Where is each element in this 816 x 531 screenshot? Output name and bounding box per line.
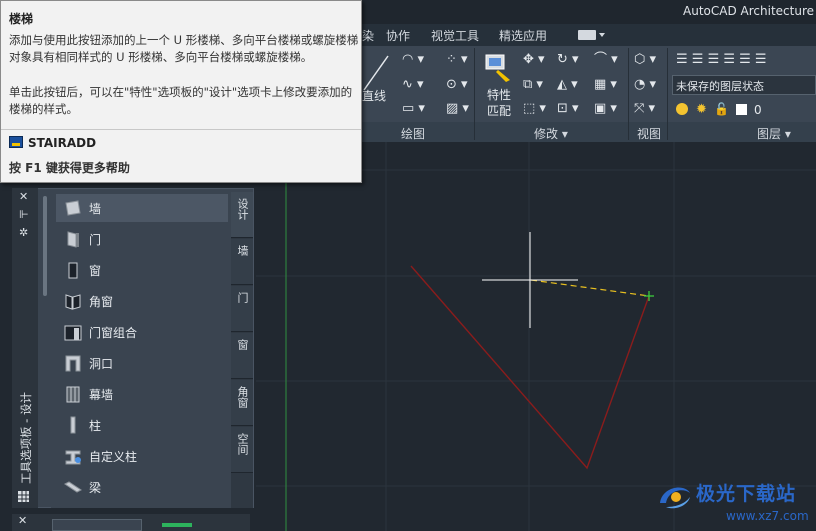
array-tool-icon[interactable]: ▦ ▾ bbox=[594, 78, 617, 92]
site-watermark: 极光下载站 www.xz7.com bbox=[654, 473, 814, 529]
polyline-tool-icon[interactable]: ∿ ▾ bbox=[402, 78, 424, 92]
ribbon-tab-collaborate[interactable]: 协作 bbox=[386, 27, 410, 44]
watermark-logo-icon bbox=[660, 487, 690, 509]
panel-label-draw[interactable]: 绘图 bbox=[401, 125, 425, 142]
door-icon bbox=[67, 231, 79, 248]
copy-tool-icon[interactable]: ⧉ ▾ bbox=[523, 78, 543, 92]
layer-thaw-icon[interactable]: ✹ bbox=[696, 102, 707, 117]
erase-tool-icon[interactable]: ▣ ▾ bbox=[594, 102, 617, 116]
palette-tool-custom-column[interactable]: 自定义柱 bbox=[56, 442, 228, 470]
ellipse-tool-icon[interactable]: ⊙ ▾ bbox=[446, 78, 468, 92]
rubberband-line bbox=[530, 279, 650, 297]
panel-label-layers[interactable]: 图层 ▾ bbox=[757, 125, 791, 142]
layer-unlock-icon[interactable]: 🔓 bbox=[714, 102, 729, 116]
match-properties-icon[interactable] bbox=[484, 52, 516, 84]
move-tool-icon[interactable]: ✥ ▾ bbox=[523, 53, 545, 67]
beam-icon bbox=[64, 481, 82, 493]
endpoint-snap-marker bbox=[644, 291, 654, 301]
command-line-close-icon[interactable]: ✕ bbox=[18, 514, 27, 527]
panel-label-modify[interactable]: 修改 ▾ bbox=[534, 125, 568, 142]
palette-tool-wall[interactable]: 墙 bbox=[56, 194, 228, 222]
palette-tool-door-window-assembly[interactable]: 门窗组合 bbox=[56, 318, 228, 346]
palette-tool-curtain-wall[interactable]: 幕墙 bbox=[56, 380, 228, 408]
tooltip-help-hint: 按 F1 键获得更多帮助 bbox=[9, 161, 130, 175]
column-icon bbox=[70, 416, 76, 434]
palette-tool-column[interactable]: 柱 bbox=[56, 411, 228, 439]
match-properties-label-1: 特性 bbox=[487, 88, 512, 102]
stair-command-icon bbox=[9, 136, 23, 148]
arc-tool-icon[interactable]: ◠ ▾ bbox=[402, 53, 424, 67]
stair-tooltip: 楼梯 添加与使用此按钮添加的上一个 U 形楼梯、多向平台楼梯或螺旋楼梯对象具有相… bbox=[0, 0, 362, 183]
corner-window-icon bbox=[65, 294, 81, 310]
ribbon-separator bbox=[667, 48, 668, 140]
stretch-tool-icon[interactable]: ⬚ ▾ bbox=[523, 102, 546, 116]
palette-tool-window[interactable]: 窗 bbox=[56, 256, 228, 284]
point-tool-icon[interactable]: ⁘ ▾ bbox=[446, 53, 468, 67]
watermark-url: www.xz7.com bbox=[726, 509, 809, 523]
app-title: AutoCAD Architecture bbox=[683, 4, 814, 18]
opening-icon bbox=[65, 355, 81, 372]
scale-tool-icon[interactable]: ⊡ ▾ bbox=[557, 102, 579, 116]
layer-on-icon[interactable] bbox=[676, 103, 688, 115]
wall-icon bbox=[65, 200, 81, 216]
curtain-wall-icon bbox=[66, 386, 80, 403]
panel-label-view[interactable]: 视图 bbox=[637, 125, 661, 142]
tooltip-title: 楼梯 bbox=[9, 12, 34, 26]
current-layer-dropdown[interactable]: ✹ 🔓 0 bbox=[674, 100, 816, 120]
palette-tool-beam[interactable]: 梁 bbox=[56, 473, 228, 501]
palette-close-icon[interactable]: ✕ bbox=[19, 190, 28, 203]
line-tool-icon[interactable] bbox=[362, 52, 390, 92]
palette-properties-icon[interactable]: ✲ bbox=[19, 226, 28, 239]
hatch-tool-icon[interactable]: ▨ ▾ bbox=[446, 102, 469, 116]
ribbon-tab-featured-apps[interactable]: 精选应用 bbox=[499, 27, 547, 44]
palette-tool-list: 墙 门 窗 角窗 门窗组合 洞口 幕墙 柱 自定义柱 梁 bbox=[51, 192, 231, 508]
command-line-status-indicator bbox=[162, 523, 192, 527]
zoom-extents-icon[interactable]: ⤧ ▾ bbox=[634, 102, 655, 116]
layer-state-dropdown[interactable]: 未保存的图层状态 bbox=[672, 75, 816, 95]
command-line-input[interactable] bbox=[52, 519, 142, 531]
palette-title: 工具选项板 - 设计 bbox=[19, 392, 33, 484]
palette-tab-window[interactable]: 窗 bbox=[231, 333, 253, 379]
palette-tab-door[interactable]: 门 bbox=[231, 286, 253, 332]
palette-scrollbar[interactable] bbox=[43, 196, 47, 296]
ribbon-tab-visual-tools[interactable]: 视觉工具 bbox=[431, 27, 479, 44]
palette-grid-icon[interactable] bbox=[17, 490, 30, 503]
ribbon-tab-overflow-button[interactable] bbox=[578, 30, 605, 40]
rotate-tool-icon[interactable]: ↻ ▾ bbox=[557, 53, 579, 67]
watermark-text: 极光下载站 bbox=[696, 483, 797, 505]
door-window-assembly-icon bbox=[64, 325, 82, 341]
command-line-bar: ✕ bbox=[12, 514, 250, 531]
palette-tool-corner-window[interactable]: 角窗 bbox=[56, 287, 228, 315]
layer-properties-icon[interactable]: ☰ ☰ ☰ ☰ ☰ ☰ bbox=[676, 53, 767, 67]
tooltip-body: 添加与使用此按钮添加的上一个 U 形楼梯、多向平台楼梯或螺旋楼梯对象具有相同样式… bbox=[9, 33, 359, 64]
custom-column-icon bbox=[65, 450, 81, 465]
palette-tab-corner-window[interactable]: 角窗 bbox=[231, 380, 253, 426]
window-icon bbox=[68, 262, 78, 279]
palette-tool-door[interactable]: 门 bbox=[56, 225, 228, 253]
line-tool-label: 直线 bbox=[362, 89, 387, 103]
tooltip-divider bbox=[1, 129, 361, 130]
layer-color-swatch[interactable] bbox=[736, 104, 747, 115]
mirror-tool-icon[interactable]: ◭ ▾ bbox=[557, 78, 578, 92]
palette-tab-strip: 设计 墙 门 窗 角窗 空间 bbox=[231, 192, 253, 508]
palette-tab-wall[interactable]: 墙 bbox=[231, 239, 253, 285]
match-properties-label-2: 匹配 bbox=[487, 104, 512, 118]
palette-tab-design[interactable]: 设计 bbox=[231, 192, 253, 238]
current-layer-name: 0 bbox=[754, 103, 762, 117]
ribbon-separator bbox=[474, 48, 475, 140]
orbit-icon[interactable]: ◔ ▾ bbox=[634, 78, 656, 92]
ribbon-tab-render[interactable]: 染 bbox=[362, 27, 374, 44]
ribbon-separator bbox=[628, 48, 629, 140]
fillet-tool-icon[interactable]: ⌒ ▾ bbox=[594, 53, 618, 67]
palette-autohide-icon[interactable]: ⊩ bbox=[19, 208, 29, 221]
palette-tab-space[interactable]: 空间 bbox=[231, 427, 253, 473]
tooltip-command: STAIRADD bbox=[28, 136, 97, 150]
rectangle-tool-icon[interactable]: ▭ ▾ bbox=[402, 102, 425, 116]
view-cube-icon[interactable]: ⬡ ▾ bbox=[634, 53, 656, 67]
tooltip-body-detail: 单击此按钮后，可以在"特性"选项板的"设计"选项卡上修改要添加的楼梯的样式。 bbox=[9, 85, 353, 116]
palette-tool-opening[interactable]: 洞口 bbox=[56, 349, 228, 377]
